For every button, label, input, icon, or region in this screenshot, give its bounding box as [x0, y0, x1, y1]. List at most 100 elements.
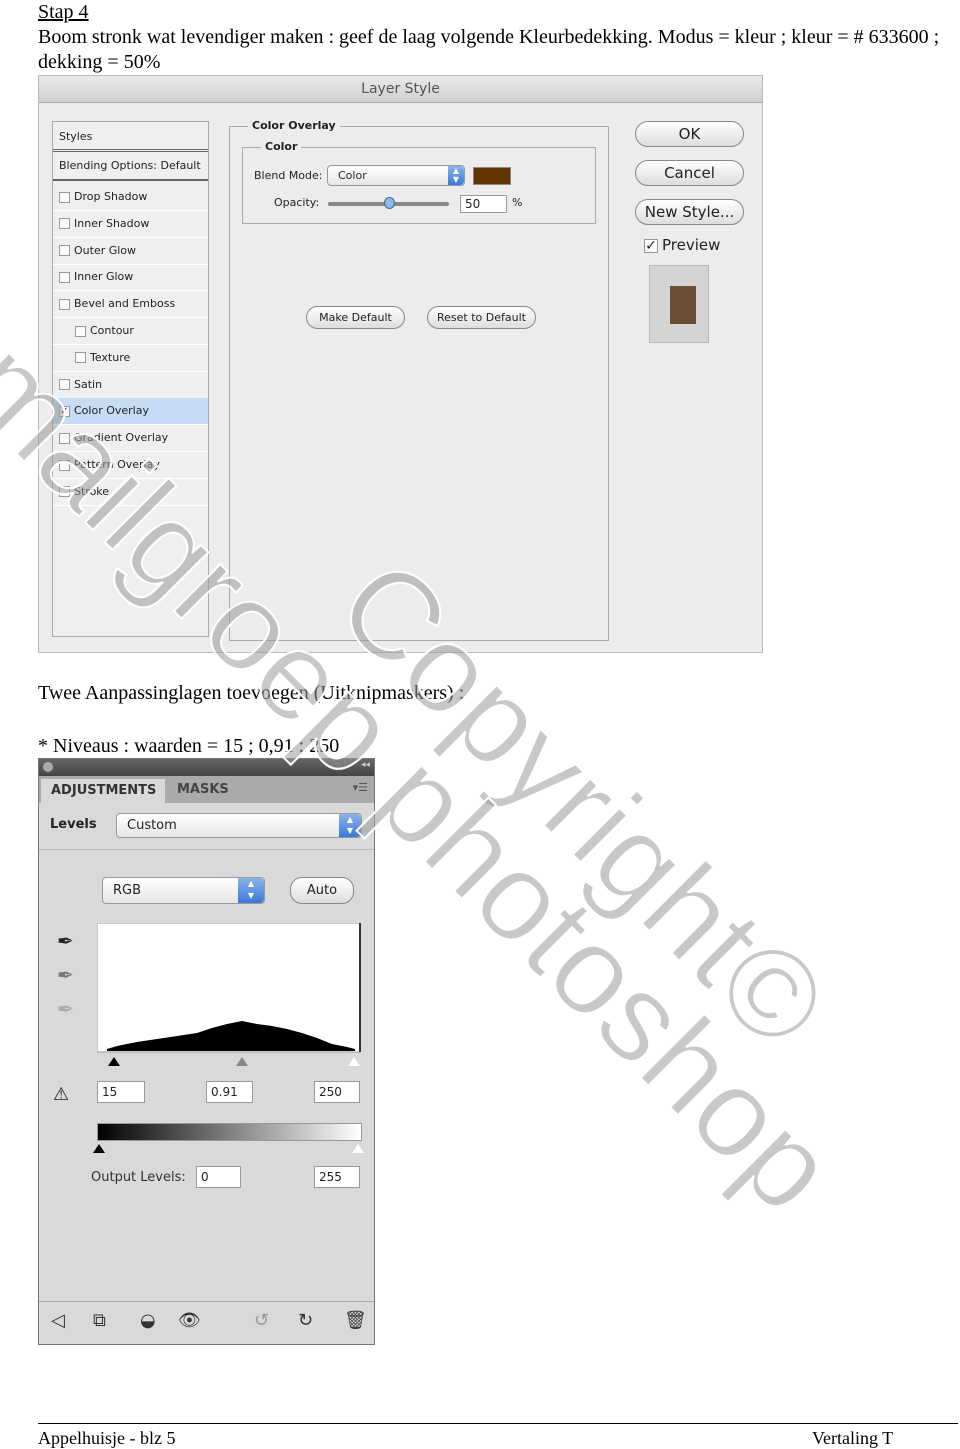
- tab-masks[interactable]: MASKS: [169, 779, 236, 801]
- opacity-slider[interactable]: [328, 197, 449, 209]
- clip-layer-icon[interactable]: ⧉: [93, 1310, 106, 1331]
- style-item-texture[interactable]: Texture: [53, 345, 208, 372]
- style-item-color-overlay[interactable]: ✓ Color Overlay: [53, 398, 208, 426]
- new-style-button[interactable]: New Style...: [635, 199, 744, 225]
- visibility-toggle-icon[interactable]: ◒: [140, 1310, 156, 1331]
- styles-header[interactable]: Styles: [53, 122, 208, 152]
- checkbox[interactable]: [59, 486, 70, 498]
- channel-value: RGB: [113, 883, 142, 898]
- panel-menu-icon[interactable]: ▾☰: [353, 781, 368, 794]
- trash-icon[interactable]: 🗑: [344, 1310, 367, 1331]
- checkbox[interactable]: [59, 432, 70, 444]
- preview-box: [649, 265, 709, 343]
- style-item-bevel-and-emboss[interactable]: Bevel and Emboss: [53, 291, 208, 319]
- clipping-warning-icon[interactable]: ⚠: [53, 1084, 69, 1105]
- collapse-icon[interactable]: ◂◂: [361, 760, 370, 770]
- white-eyedropper-icon[interactable]: ✒: [57, 997, 74, 1021]
- checkmark-icon: ✓: [644, 237, 658, 254]
- opacity-input[interactable]: 50: [460, 195, 507, 213]
- checkbox[interactable]: [75, 352, 86, 364]
- input-white-field[interactable]: 250: [314, 1081, 360, 1103]
- opacity-label: Opacity:: [274, 196, 320, 209]
- preview-swatch: [670, 286, 696, 324]
- checkbox[interactable]: [59, 271, 70, 283]
- ok-button[interactable]: OK: [635, 121, 744, 147]
- white-point-slider[interactable]: [348, 1057, 360, 1066]
- checkbox[interactable]: [59, 245, 70, 257]
- checkbox[interactable]: [59, 459, 70, 471]
- checkbox[interactable]: [59, 191, 70, 203]
- histogram: [97, 923, 361, 1053]
- auto-button[interactable]: Auto: [290, 877, 354, 904]
- style-item-label: Gradient Overlay: [74, 431, 169, 445]
- tab-adjustments[interactable]: ADJUSTMENTS: [41, 779, 165, 804]
- style-item-inner-shadow[interactable]: Inner Shadow: [53, 211, 208, 238]
- blend-mode-select[interactable]: Color ▲ ▼: [327, 165, 465, 186]
- checkbox[interactable]: [59, 298, 70, 310]
- style-item-gradient-overlay[interactable]: Gradient Overlay: [53, 425, 208, 453]
- blending-options[interactable]: Blending Options: Default: [53, 153, 208, 181]
- blend-mode-value: Color: [338, 169, 367, 182]
- gray-eyedropper-icon[interactable]: ✒: [57, 963, 74, 987]
- style-item-label: Stroke: [74, 484, 110, 498]
- output-white-field[interactable]: 255: [314, 1166, 360, 1188]
- checkbox[interactable]: [59, 218, 70, 230]
- style-item-pattern-overlay[interactable]: Pattern Overlay: [53, 452, 208, 479]
- style-item-label: Color Overlay: [74, 404, 149, 418]
- style-item-label: Inner Shadow: [74, 216, 150, 230]
- preset-value: Custom: [127, 818, 177, 833]
- layer-style-dialog: Layer Style Styles Blending Options: Def…: [38, 75, 763, 653]
- gamma-slider[interactable]: [236, 1057, 248, 1066]
- text-levels-values: * Niveaus : waarden = 15 ; 0,91 ; 250: [38, 735, 340, 757]
- dialog-title: Layer Style: [39, 76, 762, 103]
- text-adjustment-layers: Twee Aanpassinglagen toevoegen (Uitknipm…: [38, 682, 465, 704]
- slider-thumb[interactable]: [383, 197, 395, 209]
- preview-checkbox[interactable]: ✓ Preview: [644, 236, 720, 254]
- divider: [39, 849, 374, 850]
- eye-icon[interactable]: 👁: [178, 1310, 201, 1331]
- style-item-label: Texture: [90, 350, 131, 364]
- tab-bar: ADJUSTMENTS MASKS ▾☰: [39, 776, 374, 804]
- style-item-contour[interactable]: Contour: [53, 318, 208, 345]
- step-heading: Stap 4: [38, 1, 89, 23]
- output-black-slider[interactable]: [93, 1144, 105, 1153]
- panel-toolbar: ◁ ⧉ ◒ 👁 ↺ ↻ 🗑: [39, 1301, 374, 1345]
- chevron-updown-icon: ▲ ▼: [339, 814, 361, 837]
- panel-titlebar: ◂◂: [39, 759, 374, 776]
- previous-state-icon[interactable]: ↺: [254, 1310, 269, 1331]
- style-item-satin[interactable]: Satin: [53, 372, 208, 399]
- group-title: Color Overlay: [248, 119, 340, 132]
- make-default-button[interactable]: Make Default: [306, 306, 405, 329]
- checkbox[interactable]: ✓: [59, 405, 70, 417]
- style-item-label: Pattern Overlay: [74, 458, 160, 471]
- black-eyedropper-icon[interactable]: ✒: [57, 929, 74, 953]
- styles-list: Styles Blending Options: Default Drop Sh…: [52, 121, 209, 637]
- style-item-label: Contour: [90, 324, 134, 337]
- color-swatch[interactable]: [473, 167, 511, 185]
- channel-select[interactable]: RGB ▲ ▼: [102, 877, 265, 904]
- style-item-drop-shadow[interactable]: Drop Shadow: [53, 184, 208, 211]
- black-point-slider[interactable]: [108, 1057, 120, 1066]
- input-black-field[interactable]: 15: [97, 1081, 145, 1103]
- output-black-field[interactable]: 0: [196, 1166, 241, 1188]
- checkbox[interactable]: [75, 325, 86, 337]
- style-item-label: Bevel and Emboss: [74, 297, 176, 311]
- style-item-inner-glow[interactable]: Inner Glow: [53, 264, 208, 292]
- style-item-label: Drop Shadow: [74, 190, 148, 203]
- preview-label: Preview: [662, 236, 721, 254]
- chevron-updown-icon: ▲ ▼: [238, 878, 264, 903]
- checkbox[interactable]: [59, 379, 70, 391]
- style-item-outer-glow[interactable]: Outer Glow: [53, 238, 208, 265]
- cancel-button[interactable]: Cancel: [635, 160, 744, 186]
- reset-icon[interactable]: ↻: [298, 1310, 313, 1331]
- reset-to-default-button[interactable]: Reset to Default: [427, 306, 536, 329]
- output-levels-label: Output Levels:: [91, 1170, 186, 1185]
- levels-label: Levels: [50, 817, 97, 832]
- output-white-slider[interactable]: [352, 1144, 364, 1153]
- style-item-stroke[interactable]: Stroke: [53, 479, 208, 506]
- close-icon[interactable]: [43, 762, 53, 772]
- footer-divider: [38, 1423, 958, 1424]
- preset-select[interactable]: Custom ▲ ▼: [116, 813, 362, 838]
- back-arrow-icon[interactable]: ◁: [51, 1310, 65, 1331]
- input-gamma-field[interactable]: 0.91: [206, 1081, 253, 1103]
